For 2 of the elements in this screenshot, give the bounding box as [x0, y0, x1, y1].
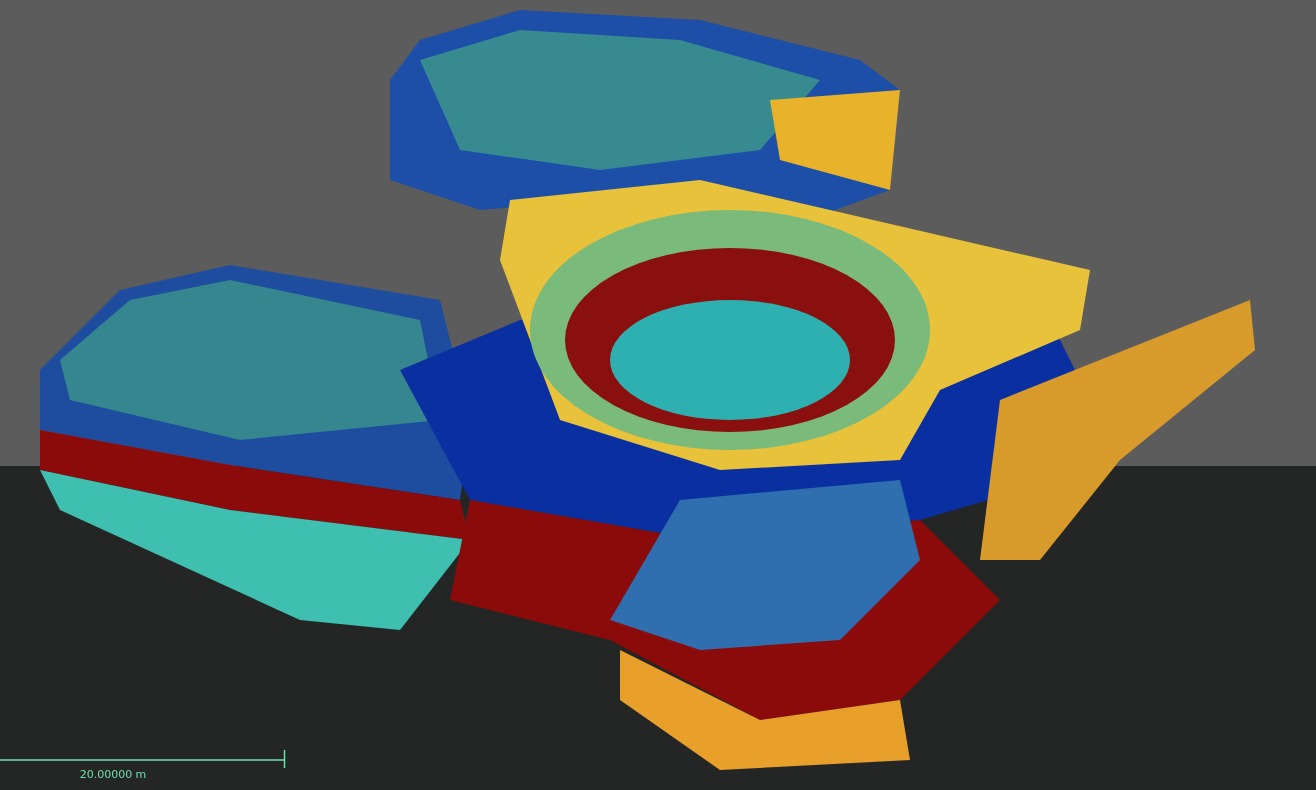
scale-label: 20.00000 m: [79, 768, 147, 781]
viewport-background[interactable]: 20.00000 m: [0, 0, 1316, 790]
